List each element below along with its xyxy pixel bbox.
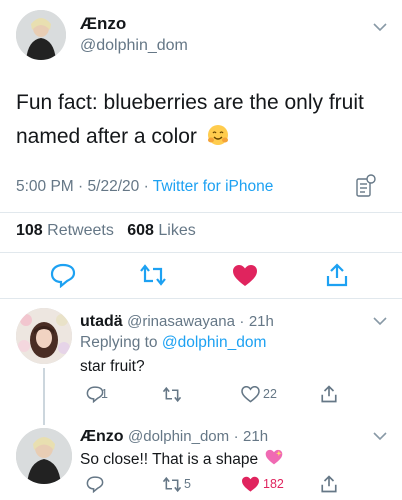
likes-label: Likes [158, 222, 196, 239]
reply-2-display-name[interactable]: Ænzo [80, 428, 124, 445]
replying-to-handle[interactable]: @dolphin_dom [162, 334, 267, 351]
share-icon[interactable] [320, 384, 338, 404]
reply-1-reply-count: 1 [101, 387, 108, 401]
reply-2-text: So close!! That is a shape [80, 449, 283, 469]
chevron-down-icon[interactable] [373, 316, 387, 326]
reply-1-handle[interactable]: @rinasawayana [127, 313, 235, 330]
main-tweet-source[interactable]: Twitter for iPhone [153, 178, 274, 195]
reply-icon[interactable] [86, 475, 104, 493]
main-tweet-meta: 5:00 PM · 5/22/20 · Twitter for iPhone [16, 178, 273, 196]
reply-2-avatar[interactable] [16, 428, 72, 484]
reply-1-text: star fruit? [80, 358, 145, 375]
reply-2-retweet-count: 5 [184, 477, 191, 491]
reply-1-avatar[interactable] [16, 308, 72, 364]
main-tweet-handle[interactable]: @dolphin_dom [80, 37, 188, 55]
replying-to-label: Replying to [80, 334, 158, 351]
meta-separator: · [239, 313, 245, 330]
retweet-icon[interactable] [162, 386, 182, 403]
analytics-icon[interactable] [355, 174, 377, 198]
main-tweet-avatar[interactable] [16, 10, 66, 60]
likes-count: 608 [127, 222, 154, 239]
reply-1-like-count: 22 [263, 387, 277, 401]
reply-1-display-name[interactable]: utadä [80, 313, 123, 330]
divider [0, 212, 402, 213]
like-heart-outline-icon[interactable] [241, 386, 260, 403]
share-icon[interactable] [320, 474, 338, 494]
main-tweet-text-line1: Fun fact: blueberries are the only fruit [16, 91, 364, 114]
divider [0, 298, 402, 299]
reply-2-like-count: 182 [263, 477, 284, 491]
meta-separator: · [143, 178, 149, 195]
main-tweet-stats: 108 Retweets 608 Likes [16, 222, 196, 240]
sparkling-heart-emoji-icon [266, 449, 283, 465]
reply-icon[interactable] [50, 262, 76, 288]
reply-1-replying-to: Replying to @dolphin_dom [80, 334, 266, 352]
thread-line [43, 368, 45, 425]
like-heart-filled-icon[interactable] [241, 476, 260, 493]
retweets-count: 108 [16, 222, 43, 239]
divider [0, 252, 402, 253]
share-icon[interactable] [325, 262, 349, 288]
reply-2-handle[interactable]: @dolphin_dom [128, 428, 229, 445]
reply-1-header: utadä @rinasawayana · 21h [80, 313, 274, 331]
likes-stat[interactable]: 608 Likes [127, 222, 196, 239]
reply-2-text-content: So close!! That is a shape [80, 451, 259, 468]
chevron-down-icon[interactable] [373, 431, 387, 441]
main-tweet-date[interactable]: 5/22/20 [88, 178, 140, 195]
main-tweet-text: Fun fact: blueberries are the only fruit… [16, 86, 396, 154]
chevron-down-icon[interactable] [373, 22, 387, 32]
main-tweet-text-line2-content: named after a color [16, 125, 197, 148]
main-tweet-display-name[interactable]: Ænzo [80, 14, 126, 34]
main-tweet-time[interactable]: 5:00 PM [16, 178, 74, 195]
meta-separator: · [233, 428, 239, 445]
reply-1-time[interactable]: 21h [249, 313, 274, 330]
retweets-label: Retweets [47, 222, 114, 239]
retweet-icon[interactable] [139, 263, 167, 287]
meta-separator: · [78, 178, 84, 195]
reply-2-time[interactable]: 21h [243, 428, 268, 445]
reply-2-header: Ænzo @dolphin_dom · 21h [80, 428, 268, 446]
hugging-face-emoji-icon [207, 125, 228, 145]
retweets-stat[interactable]: 108 Retweets [16, 222, 114, 239]
retweet-icon[interactable] [162, 476, 182, 493]
main-tweet-text-line2: named after a color [16, 120, 396, 154]
like-heart-filled-icon[interactable] [232, 264, 258, 288]
